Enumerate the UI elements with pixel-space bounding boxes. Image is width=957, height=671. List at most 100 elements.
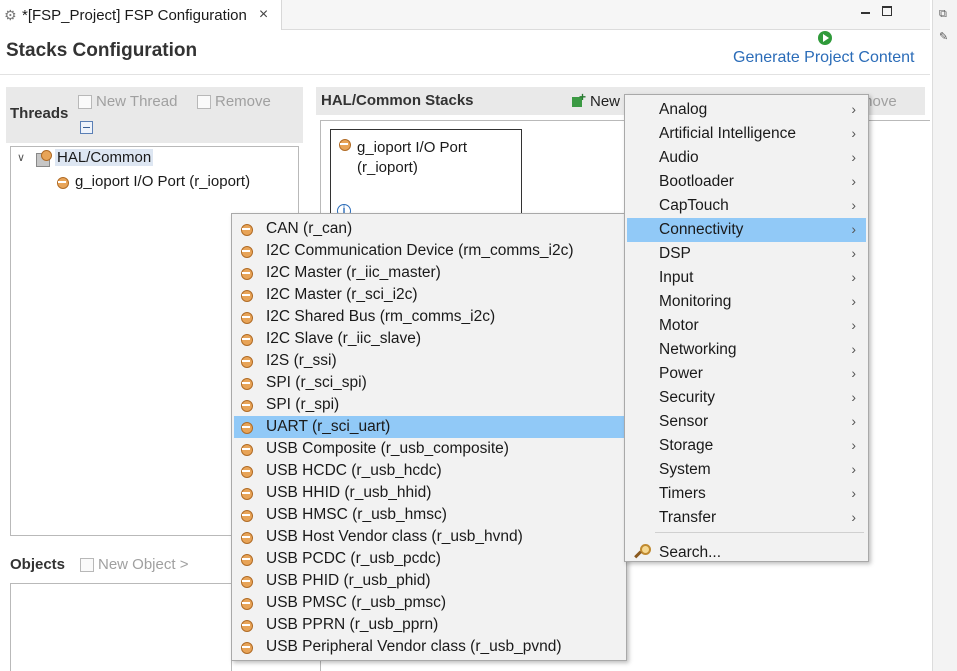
submenu-item-label: SPI (r_spi)	[266, 396, 340, 413]
gear-icon: ⚙	[4, 7, 17, 23]
menu-item-motor[interactable]: Motor ›	[627, 314, 866, 338]
submenu-item[interactable]: USB PCDC (r_usb_pcdc)	[234, 548, 624, 570]
submenu-item[interactable]: SPI (r_sci_spi)	[234, 372, 624, 394]
chevron-right-icon: ›	[851, 149, 856, 165]
new-stack-icon	[572, 90, 586, 109]
submenu-item[interactable]: I2C Slave (r_iic_slave)	[234, 328, 624, 350]
chevron-right-icon: ›	[851, 365, 856, 381]
menu-item-bootloader[interactable]: Bootloader ›	[627, 170, 866, 194]
submenu-item[interactable]: I2C Communication Device (rm_comms_i2c)	[234, 240, 624, 262]
module-icon	[239, 398, 253, 412]
trim-stack: ⧉ ✎	[932, 0, 957, 671]
new-thread-button[interactable]: New Thread	[78, 93, 177, 110]
collapse-all-icon[interactable]	[80, 121, 93, 134]
new-object-button[interactable]: New Object >	[80, 556, 188, 573]
module-icon	[239, 310, 253, 324]
module-icon	[239, 574, 253, 588]
objects-list	[10, 583, 232, 671]
module-icon	[239, 354, 253, 368]
editor-tab[interactable]: ⚙ *[FSP_Project] FSP Configuration ×	[0, 0, 282, 30]
submenu-item[interactable]: USB Peripheral Vendor class (r_usb_pvnd)	[234, 636, 624, 658]
submenu-item-label: USB PCDC (r_usb_pcdc)	[266, 550, 441, 567]
submenu-item[interactable]: I2C Master (r_sci_i2c)	[234, 284, 624, 306]
submenu-item[interactable]: USB HMSC (r_usb_hmsc)	[234, 504, 624, 526]
new-stack-button[interactable]: New	[572, 90, 621, 110]
new-stack-label: New	[590, 93, 621, 110]
remove-thread-button[interactable]: Remove	[197, 93, 271, 110]
menu-item-search[interactable]: Search...	[627, 541, 866, 565]
menu-item-monitoring[interactable]: Monitoring ›	[627, 290, 866, 314]
chevron-right-icon: ›	[851, 101, 856, 117]
submenu-item[interactable]: UART (r_sci_uart)	[234, 416, 624, 438]
menu-item-security[interactable]: Security ›	[627, 386, 866, 410]
submenu-item[interactable]: USB Composite (r_usb_composite)	[234, 438, 624, 460]
maximize-button[interactable]	[880, 4, 894, 18]
generate-project-content-link[interactable]: Generate Project Content	[733, 49, 914, 67]
submenu-item[interactable]: USB HCDC (r_usb_hcdc)	[234, 460, 624, 482]
menu-item-label: Audio	[659, 149, 699, 166]
submenu-item[interactable]: USB PHID (r_usb_phid)	[234, 570, 624, 592]
menu-item-analog[interactable]: Analog ›	[627, 98, 866, 122]
menu-item-label: CapTouch	[659, 197, 729, 214]
menu-item-power[interactable]: Power ›	[627, 362, 866, 386]
menu-item-storage[interactable]: Storage ›	[627, 434, 866, 458]
chevron-right-icon: ›	[851, 221, 856, 237]
menu-item-audio[interactable]: Audio ›	[627, 146, 866, 170]
category-menu: Search... Analog › Artificial Intelligence…	[624, 94, 869, 562]
menu-item-networking[interactable]: Networking ›	[627, 338, 866, 362]
submenu-item[interactable]: USB PPRN (r_usb_pprn)	[234, 614, 624, 636]
stack-block-g-ioport[interactable]: g_ioport I/O Port (r_ioport) i	[330, 129, 522, 219]
submenu-item-label: USB PHID (r_usb_phid)	[266, 572, 431, 589]
close-icon[interactable]: ×	[259, 6, 268, 24]
submenu-item[interactable]: CAN (r_can)	[234, 218, 624, 240]
menu-item-captouch[interactable]: CapTouch ›	[627, 194, 866, 218]
chevron-right-icon: ›	[851, 485, 856, 501]
submenu-item[interactable]: I2C Shared Bus (rm_comms_i2c)	[234, 306, 624, 328]
submenu-item[interactable]: USB PMSC (r_usb_pmsc)	[234, 592, 624, 614]
submenu-item[interactable]: USB HHID (r_usb_hhid)	[234, 482, 624, 504]
submenu-item[interactable]: I2S (r_ssi)	[234, 350, 624, 372]
stack-block-line: g_ioport I/O Port	[357, 139, 468, 156]
module-icon	[239, 618, 253, 632]
menu-item-sensor[interactable]: Sensor ›	[627, 410, 866, 434]
run-icon[interactable]	[818, 31, 832, 45]
submenu-item-label: UART (r_sci_uart)	[266, 418, 391, 435]
properties-icon[interactable]: ✎	[939, 30, 951, 43]
remove-thread-label: Remove	[215, 93, 271, 110]
minimize-button[interactable]	[858, 4, 872, 18]
new-object-icon	[80, 557, 94, 572]
tree-item-label: HAL/Common	[55, 149, 154, 166]
page-title: Stacks Configuration	[6, 40, 198, 61]
menu-item-system[interactable]: System ›	[627, 458, 866, 482]
tree-item-hal-common[interactable]: ∨ HAL/Common	[17, 149, 154, 167]
menu-item-label: Timers	[659, 485, 706, 502]
menu-item-timers[interactable]: Timers ›	[627, 482, 866, 506]
submenu-item[interactable]: SPI (r_spi)	[234, 394, 624, 416]
menu-item-connectivity[interactable]: Connectivity ›	[627, 218, 866, 242]
menu-item-artificial-intelligence[interactable]: Artificial Intelligence ›	[627, 122, 866, 146]
submenu-item[interactable]: I2C Master (r_iic_master)	[234, 262, 624, 284]
restore-icon[interactable]: ⧉	[939, 8, 951, 20]
search-icon	[633, 544, 651, 560]
module-icon	[239, 222, 253, 236]
menu-item-input[interactable]: Input ›	[627, 266, 866, 290]
chevron-right-icon: ›	[851, 341, 856, 357]
module-icon	[239, 486, 253, 500]
menu-item-label: Analog	[659, 101, 708, 118]
menu-item-transfer[interactable]: Transfer ›	[627, 506, 866, 530]
menu-item-label: Input	[659, 269, 694, 286]
editor-tab-title: *[FSP_Project] FSP Configuration	[22, 6, 247, 24]
module-icon	[239, 640, 253, 654]
chevron-right-icon: ›	[851, 509, 856, 525]
chevron-right-icon: ›	[851, 173, 856, 189]
submenu-item[interactable]: USB Host Vendor class (r_usb_hvnd)	[234, 526, 624, 548]
menu-item-dsp[interactable]: DSP ›	[627, 242, 866, 266]
divider	[0, 74, 930, 75]
chevron-right-icon: ›	[851, 389, 856, 405]
tree-item-label: g_ioport I/O Port (r_ioport)	[75, 173, 251, 190]
tree-item-g-ioport[interactable]: g_ioport I/O Port (r_ioport)	[55, 173, 250, 190]
chevron-down-icon[interactable]: ∨	[17, 151, 27, 164]
module-icon	[55, 175, 69, 189]
submenu-item-label: USB PMSC (r_usb_pmsc)	[266, 594, 447, 611]
new-thread-icon	[78, 94, 92, 109]
